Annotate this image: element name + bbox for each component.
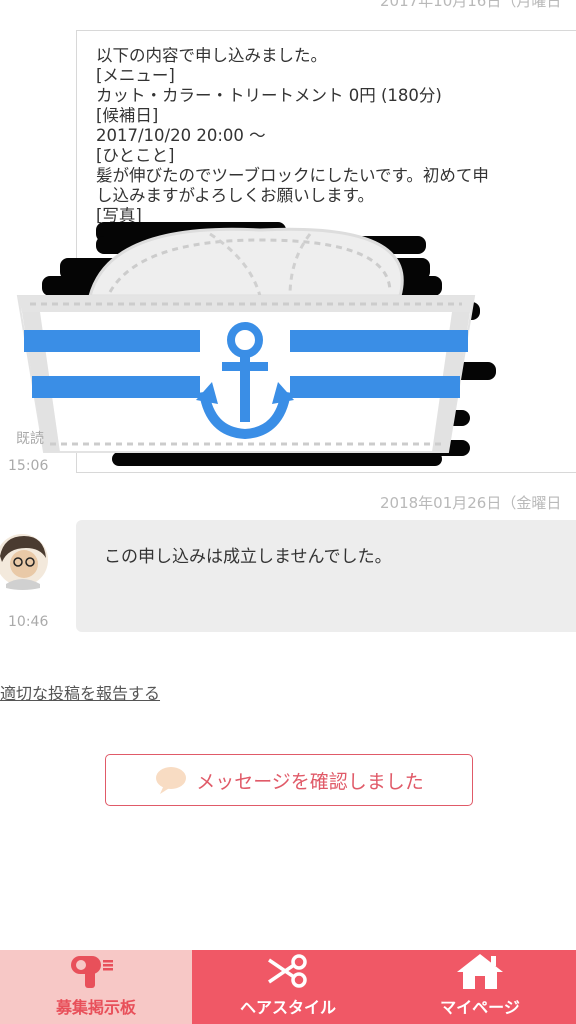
sent-message-line: 2017/10/20 20:00 〜 [96,126,266,145]
received-message-bubble [76,520,576,632]
avatar[interactable] [0,526,50,594]
sent-message-line: カット・カラー・トリートメント 0円 (180分) [96,86,442,105]
tab-board[interactable]: 募集掲示板 [0,950,192,1024]
sent-message-line: [ひとこと] [96,146,175,165]
bottom-tab-bar: 募集掲示板 ヘアスタイル マイページ [0,950,576,1024]
report-post-link[interactable]: 適切な投稿を報告する [0,680,160,704]
sent-message-line: [候補日] [96,106,159,125]
received-message-time: 10:46 [8,614,49,630]
date-separator-mid: 2018年01月26日（金曜日 [380,494,562,512]
sent-message-text: 以下の内容で申し込みました。 [メニュー] カット・カラー・トリートメント 0円… [96,46,489,226]
speech-bubble-icon [156,767,187,794]
sent-message-line: 以下の内容で申し込みました。 [96,46,327,65]
received-message-text: この申し込みは成立しませんでした。 [104,547,392,567]
sent-message-line: [メニュー] [96,66,175,85]
read-status-label: 既読 [16,431,44,447]
confirm-message-button[interactable]: メッセージを確認しました [105,754,473,806]
sailor-hat-sticker [16,227,476,453]
confirm-message-label: メッセージを確認しました [196,770,424,793]
hair-dryer-icon [71,956,113,988]
tab-hairstyle[interactable]: ヘアスタイル [192,950,384,1024]
home-icon [457,954,503,989]
sent-message-time: 15:06 [8,458,49,474]
scissors-icon [268,954,307,988]
tab-board-label: 募集掲示板 [55,998,136,1017]
tab-mypage[interactable]: マイページ [384,950,576,1024]
sent-message-line: 髪が伸びたのでツーブロックにしたいです。初めて申 [96,166,489,185]
date-separator-top: 2017年10月16日（月曜日 [380,0,562,10]
tab-mypage-label: マイページ [440,998,520,1017]
tab-hairstyle-label: ヘアスタイル [239,998,336,1017]
